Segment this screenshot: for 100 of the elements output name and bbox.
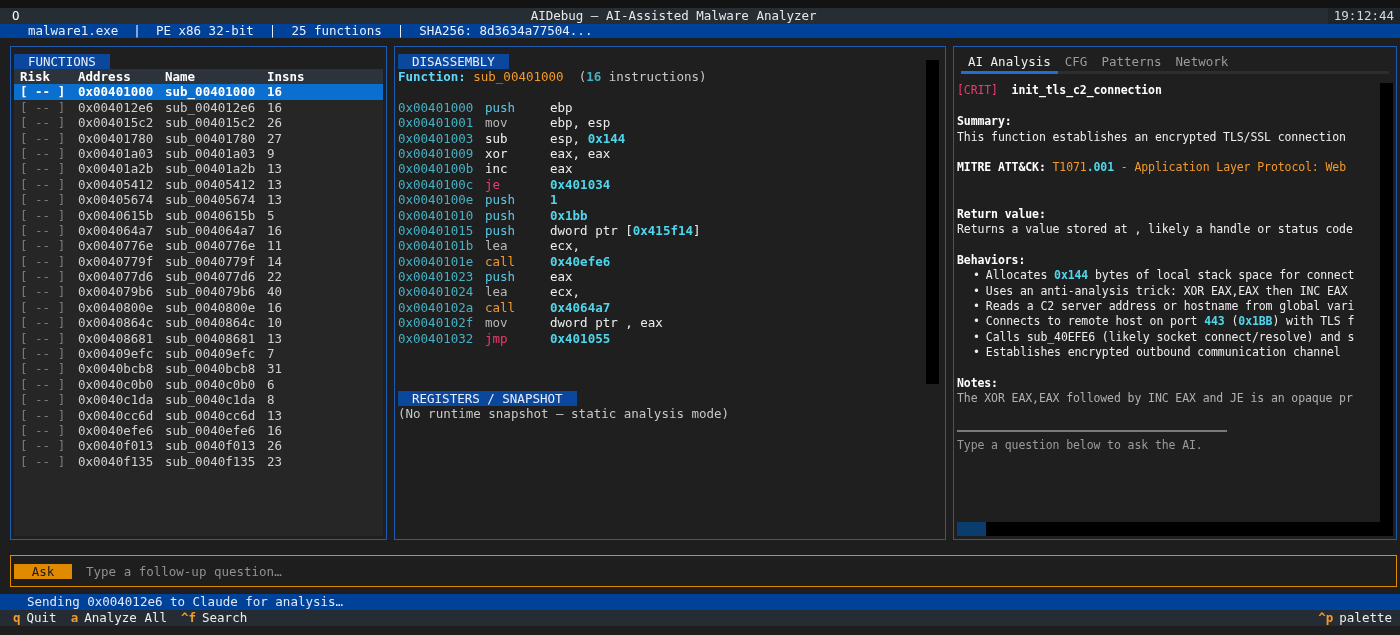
name-cell-text: sub_004015c2 [165,115,257,131]
name-cell-text: sub_0040776e [165,238,257,254]
risk-cell-text: [ -- ] [20,407,67,423]
risk-cell-text: [ -- ] [20,192,67,208]
scrollbar[interactable] [926,60,939,384]
function-name: init_tls_c2_connection [1011,83,1162,98]
instruction-address: 0x0040100e [398,192,475,208]
column-header: Risk [20,69,52,85]
function-row[interactable]: [ -- ] 0x0040800e sub_0040800e 16 [14,299,383,316]
function-heading: Function: sub_00401000 (16 instructions) [398,69,708,85]
function-row[interactable]: [ -- ] 0x0040efe6 sub_0040efe6 16 [14,423,383,439]
function-row[interactable]: [ -- ] 0x0040864c sub_0040864c 10 [14,315,383,331]
address-cell-text: 0x0040776e [78,238,155,254]
function-row[interactable]: [ -- ] 0x004077d6 sub_004077d6 22 [14,269,383,285]
name-cell-text: sub_0040f013 [165,438,257,454]
question-input[interactable]: Type a follow-up question… [86,562,1396,580]
instruction-address: 0x00401003 [398,130,475,146]
file-info-bar: malware1.exe | PE x86 32-bit | 25 functions | SHA256: 8d3634a77504... [0,24,1400,38]
mnemonic: push [485,269,517,285]
function-row[interactable]: [ -- ] 0x00401000 sub_00401000 16 [14,84,383,100]
function-row[interactable]: [ -- ] 0x0040bcb8 sub_0040bcb8 31 [14,361,383,377]
address-cell-text: 0x00405412 [78,176,155,193]
function-row[interactable]: [ -- ] 0x0040776e sub_0040776e 11 [14,238,383,254]
tab[interactable]: Patterns [1094,50,1169,75]
function-row[interactable]: [ -- ] 0x0040c0b0 sub_0040c0b0 6 [14,376,383,393]
function-row[interactable]: [ -- ] 0x00401a2b sub_00401a2b 13 [14,161,383,177]
name-cell-text: sub_004079b6 [165,284,257,300]
name-cell-text: sub_00401000 [165,84,257,100]
function-row[interactable]: [ -- ] 0x0040615b sub_0040615b 5 [14,207,383,223]
clock: 19:12:44 [1327,8,1400,24]
name-cell-text: sub_0040c1da [165,392,257,408]
address-cell-text: 0x0040f135 [78,453,155,470]
status-bar: Sending 0x004012e6 to Claude for analysis… [0,594,1400,610]
scrollbar[interactable] [1380,83,1393,522]
name-cell-text: sub_0040615b [165,207,257,223]
function-row[interactable]: [ -- ] 0x00405412 sub_00405412 13 [14,176,383,193]
name-cell-text: sub_0040779f [165,253,257,270]
name-cell-text: sub_00405674 [165,192,257,208]
operand: 0x1bb [550,207,589,223]
function-row[interactable]: [ -- ] 0x00408681 sub_00408681 13 [14,330,383,347]
name-cell-text: sub_0040c0b0 [165,376,257,393]
function-row[interactable]: [ -- ] 0x0040f135 sub_0040f135 23 [14,453,383,470]
operand: ecx, [550,238,582,254]
instruction-address: 0x00401015 [398,222,475,239]
bullet-glyph: • [973,345,980,361]
risk-cell-text: [ -- ] [20,130,67,146]
instruction-address: 0x0040100b [398,161,475,177]
section-heading: Summary: [957,114,1013,130]
function-row[interactable]: [ -- ] 0x00401a03 sub_00401a03 9 [14,145,383,162]
operand: eax [550,269,574,285]
shortcut[interactable]: q Quit [13,610,57,626]
operand: dword ptr [0x415f14] [550,222,702,239]
mnemonic: sub [485,130,509,146]
shortcut[interactable]: ^f Search [180,610,248,626]
function-row[interactable]: [ -- ] 0x004012e6 sub_004012e6 16 [14,99,383,116]
risk-cell-text: [ -- ] [20,438,67,454]
insns-cell-text: 16 [267,299,284,316]
tab[interactable]: Network [1168,50,1236,75]
instruction-address: 0x0040101e [398,253,475,270]
address-cell-text: 0x0040efe6 [78,423,155,439]
risk-cell-text: [ -- ] [20,269,67,285]
address-cell-text: 0x00401a2b [78,161,155,177]
bullet-text: Establishes encrypted outbound communication channel [985,345,1341,361]
shortcut[interactable]: ^p palette [1318,610,1392,626]
risk-cell-text: [ -- ] [20,299,67,316]
tab[interactable]: CFG [1057,50,1095,75]
function-row[interactable]: [ -- ] 0x0040f013 sub_0040f013 26 [14,438,383,454]
name-cell-text: sub_0040bcb8 [165,361,257,377]
shortcut[interactable]: a Analyze All [70,610,167,626]
column-header: Insns [267,69,306,85]
function-row[interactable]: [ -- ] 0x0040cc6d sub_0040cc6d 13 [14,407,383,423]
bullet-text: Allocates 0x144 bytes of local stack space for connect [985,268,1355,284]
scrollbar[interactable] [957,522,1393,536]
name-cell-text: sub_00401a03 [165,145,257,162]
address-cell-text: 0x004012e6 [78,99,155,116]
risk-cell-text: [ -- ] [20,453,67,470]
tab[interactable]: AI Analysis [961,50,1058,75]
function-row[interactable]: [ -- ] 0x0040779f sub_0040779f 14 [14,253,383,270]
mnemonic: call [485,299,517,316]
instruction-address: 0x0040102f [398,315,475,331]
risk-cell-text: [ -- ] [20,253,67,270]
mitre-line: MITRE ATT&CK: T1071.001 - Application Layer Protocol: Web [957,160,1347,176]
ask-button[interactable]: Ask [14,563,72,579]
mnemonic: call [485,253,517,270]
ask-bar[interactable]: Ask Type a follow-up question… [10,555,1397,587]
function-row[interactable]: [ -- ] 0x004079b6 sub_004079b6 40 [14,284,383,300]
function-row[interactable]: [ -- ] 0x004064a7 sub_004064a7 16 [14,222,383,239]
function-row[interactable]: [ -- ] 0x00401780 sub_00401780 27 [14,130,383,146]
snapshot-text: (No runtime snapshot — static analysis mode) [398,405,731,421]
address-cell-text: 0x0040864c [78,315,155,331]
name-cell-text: sub_00405412 [165,176,257,193]
insns-cell-text: 16 [267,99,284,116]
function-row[interactable]: [ -- ] 0x004015c2 sub_004015c2 26 [14,115,383,131]
function-row[interactable]: [ -- ] 0x00409efc sub_00409efc 7 [14,346,383,362]
window-title: AIDebug — AI-Assisted Malware Analyzer [530,8,817,24]
function-row[interactable]: [ -- ] 0x0040c1da sub_0040c1da 8 [14,392,383,408]
function-row[interactable]: [ -- ] 0x00405674 sub_00405674 13 [14,192,383,208]
bullet-text: Calls sub_40EFE6 (likely socket connect/resolve) and s [985,329,1355,346]
insns-cell-text: 9 [267,145,276,162]
scrollbar-thumb[interactable] [957,522,986,536]
